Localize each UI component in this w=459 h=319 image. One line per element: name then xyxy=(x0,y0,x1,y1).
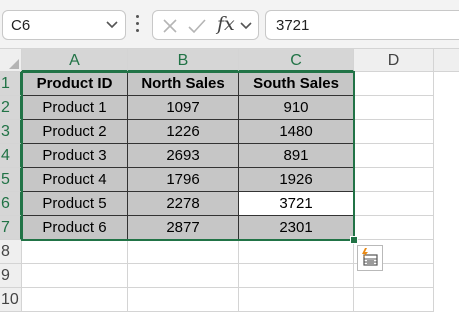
empty-cell[interactable] xyxy=(239,264,354,288)
empty-cell[interactable] xyxy=(128,264,239,288)
empty-cell[interactable] xyxy=(239,288,354,312)
table-cell[interactable]: 1926 xyxy=(239,168,354,192)
formula-input[interactable]: 3721 xyxy=(265,10,459,40)
row-header-6[interactable]: 6 xyxy=(0,192,22,216)
table-cell[interactable]: 1226 xyxy=(128,120,239,144)
empty-cell[interactable] xyxy=(128,288,239,312)
row-header-5[interactable]: 5 xyxy=(0,168,22,192)
empty-cell[interactable] xyxy=(354,72,434,96)
table-cell[interactable]: 2877 xyxy=(128,216,239,240)
table-cell[interactable]: 2301 xyxy=(239,216,354,240)
row-header-8[interactable]: 8 xyxy=(0,240,22,264)
column-header-a[interactable]: A xyxy=(22,49,128,72)
formula-controls: fx xyxy=(152,10,259,40)
quick-analysis-icon xyxy=(362,248,378,266)
row-header-10[interactable]: 10 xyxy=(0,288,22,312)
table-cell[interactable]: Product 2 xyxy=(22,120,128,144)
empty-cell[interactable] xyxy=(128,240,239,264)
row-header-3[interactable]: 3 xyxy=(0,120,22,144)
empty-cell[interactable] xyxy=(354,144,434,168)
empty-cell[interactable] xyxy=(354,216,434,240)
more-options-icon[interactable] xyxy=(136,15,140,35)
insert-function-icon[interactable]: fx xyxy=(217,13,235,35)
formula-value: 3721 xyxy=(276,17,310,34)
table-cell[interactable]: 2693 xyxy=(128,144,239,168)
empty-cell[interactable] xyxy=(354,120,434,144)
empty-cell[interactable] xyxy=(354,168,434,192)
table-cell[interactable]: Product 4 xyxy=(22,168,128,192)
empty-cell[interactable] xyxy=(239,240,354,264)
row-header-7[interactable]: 7 xyxy=(0,216,22,240)
chevron-down-icon[interactable] xyxy=(105,19,119,31)
table-cell[interactable]: 1097 xyxy=(128,96,239,120)
empty-cell[interactable] xyxy=(354,288,434,312)
empty-cell[interactable] xyxy=(22,240,128,264)
column-header-e[interactable] xyxy=(434,49,459,72)
table-cell[interactable]: Product 1 xyxy=(22,96,128,120)
table-cell[interactable]: Product 5 xyxy=(22,192,128,216)
empty-cell[interactable] xyxy=(354,192,434,216)
table-cell[interactable]: 1796 xyxy=(128,168,239,192)
table-header-cell[interactable]: Product ID xyxy=(22,72,128,96)
name-box-value: C6 xyxy=(11,17,31,34)
select-all-button[interactable] xyxy=(0,49,22,72)
chevron-down-icon[interactable] xyxy=(239,20,253,32)
table-cell[interactable]: 891 xyxy=(239,144,354,168)
empty-cell[interactable] xyxy=(22,288,128,312)
fill-handle[interactable] xyxy=(350,236,358,244)
empty-cell[interactable] xyxy=(22,264,128,288)
table-cell[interactable]: 2278 xyxy=(128,192,239,216)
table-cell[interactable]: Product 3 xyxy=(22,144,128,168)
row-header-9[interactable]: 9 xyxy=(0,264,22,288)
cancel-icon[interactable] xyxy=(161,17,179,35)
table-cell[interactable]: 1480 xyxy=(239,120,354,144)
table-header-cell[interactable]: South Sales xyxy=(239,72,354,96)
formula-bar: C6 fx 3721 xyxy=(0,0,459,49)
row-header-2[interactable]: 2 xyxy=(0,96,22,120)
empty-cell[interactable] xyxy=(354,96,434,120)
row-header-4[interactable]: 4 xyxy=(0,144,22,168)
enter-check-icon[interactable] xyxy=(187,17,207,35)
active-cell[interactable]: 3721 xyxy=(239,192,354,216)
name-box[interactable]: C6 xyxy=(2,10,126,40)
column-header-d[interactable]: D xyxy=(354,49,434,72)
table-cell[interactable]: 910 xyxy=(239,96,354,120)
quick-analysis-button[interactable] xyxy=(357,245,383,271)
column-header-c[interactable]: C xyxy=(239,49,354,72)
select-all-triangle-icon xyxy=(9,59,19,69)
table-cell[interactable]: Product 6 xyxy=(22,216,128,240)
row-header-1[interactable]: 1 xyxy=(0,72,22,96)
table-header-cell[interactable]: North Sales xyxy=(128,72,239,96)
column-header-b[interactable]: B xyxy=(128,49,239,72)
